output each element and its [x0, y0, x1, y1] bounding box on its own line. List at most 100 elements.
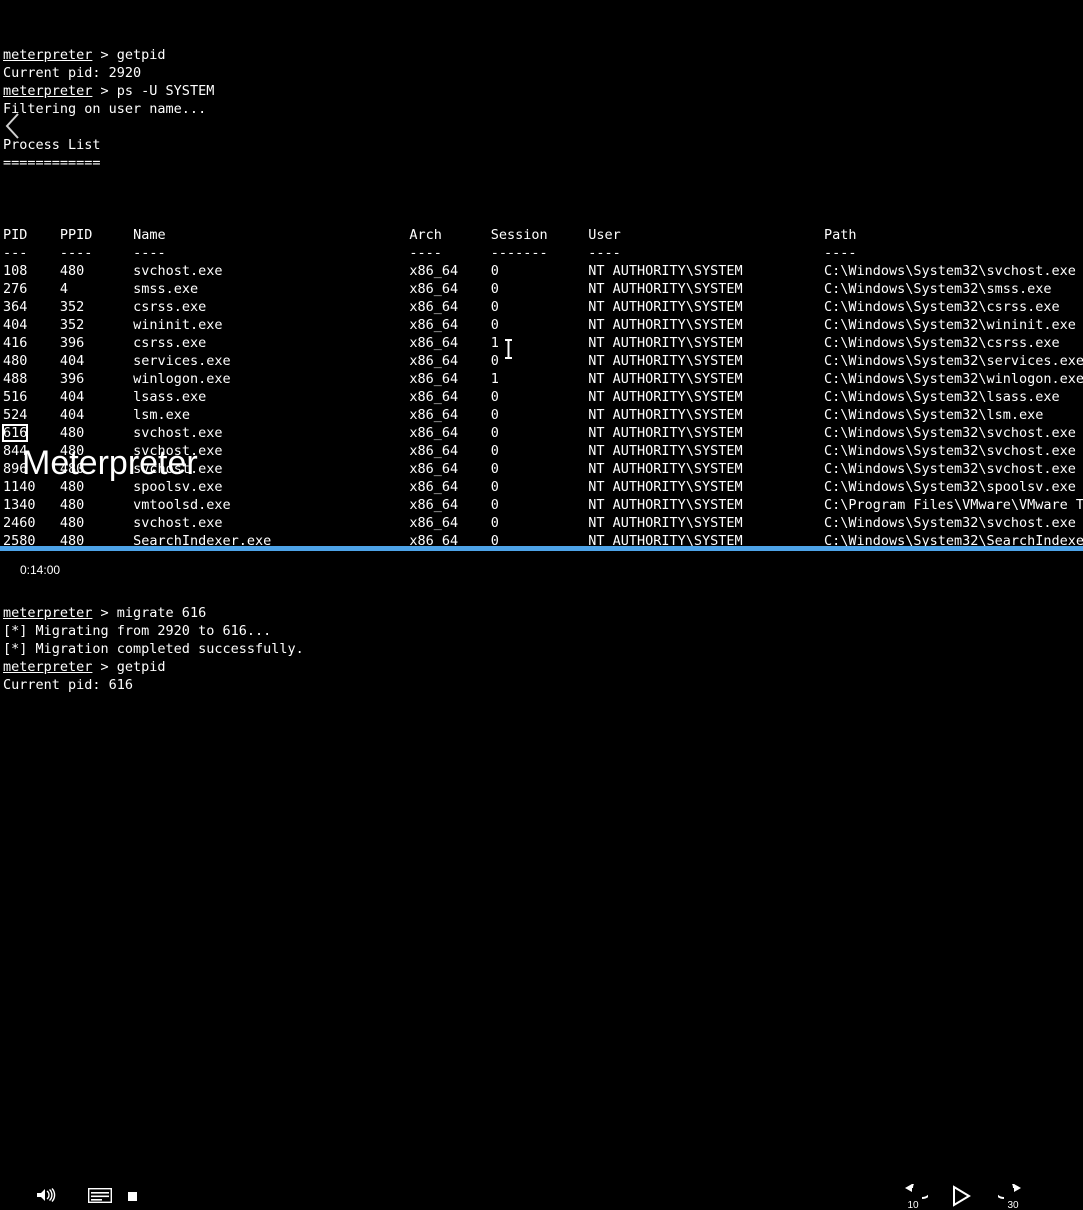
cell: 480 [60, 443, 133, 459]
terminal-prompt-line: meterpreter > getpid [3, 658, 1083, 676]
cell: 0 [491, 263, 589, 279]
cell: 396 [60, 335, 133, 351]
cell: C:\Windows\System32\spoolsv.exe [824, 479, 1076, 495]
terminal-text-line: [*] Migrating from 2920 to 616... [3, 622, 1083, 640]
cell: 0 [491, 317, 589, 333]
cell: ------- [491, 245, 589, 261]
table-row: 844 480 svchost.exe x86_64 0 NT AUTHORIT… [3, 442, 1083, 460]
cell: ---- [60, 245, 133, 261]
cell: 0 [491, 497, 589, 513]
cell: 276 [3, 281, 60, 297]
cell: 480 [60, 497, 133, 513]
cell: 480 [60, 479, 133, 495]
cell: C:\Windows\System32\svchost.exe [824, 425, 1076, 441]
cell: NT AUTHORITY\SYSTEM [588, 407, 824, 423]
cell: C:\Windows\System32\lsm.exe [824, 407, 1043, 423]
rewind-10-button[interactable]: 10 [898, 1184, 928, 1210]
cell: --- [3, 245, 60, 261]
cell: x86_64 [409, 479, 490, 495]
cell: C:\Windows\System32\smss.exe [824, 281, 1052, 297]
selected-pid-highlight[interactable]: 616 [3, 425, 27, 441]
cell: 108 [3, 263, 60, 279]
table-row: 416 396 csrss.exe x86_64 1 NT AUTHORITY\… [3, 334, 1083, 352]
terminal-top-lines: meterpreter > getpidCurrent pid: 2920met… [3, 46, 1083, 190]
table-row: 1340 480 vmtoolsd.exe x86_64 0 NT AUTHOR… [3, 496, 1083, 514]
table-row: 276 4 smss.exe x86_64 0 NT AUTHORITY\SYS… [3, 280, 1083, 298]
cell: x86_64 [409, 299, 490, 315]
cell: Name [133, 227, 409, 243]
cell: svchost.exe [133, 515, 409, 531]
cell: 516 [3, 389, 60, 405]
cell: 896 [3, 461, 60, 477]
cell: 480 [60, 461, 133, 477]
cell: NT AUTHORITY\SYSTEM [588, 299, 824, 315]
terminal-blank-line [3, 118, 1083, 136]
cell: 0 [491, 443, 589, 459]
table-row: 516 404 lsass.exe x86_64 0 NT AUTHORITY\… [3, 388, 1083, 406]
cell: 2460 [3, 515, 60, 531]
cell: User [588, 227, 824, 243]
prompt-command: > getpid [92, 659, 165, 675]
cell: winlogon.exe [133, 371, 409, 387]
cell: NT AUTHORITY\SYSTEM [588, 353, 824, 369]
terminal-text-line: Filtering on user name... [3, 100, 1083, 118]
table-row: 108 480 svchost.exe x86_64 0 NT AUTHORIT… [3, 262, 1083, 280]
terminal-text-line: Process List [3, 136, 1083, 154]
table-row: 1140 480 spoolsv.exe x86_64 0 NT AUTHORI… [3, 478, 1083, 496]
play-button[interactable] [950, 1184, 972, 1208]
cell: x86_64 [409, 407, 490, 423]
cell: 404 [60, 353, 133, 369]
cell: NT AUTHORITY\SYSTEM [588, 281, 824, 297]
cell: C:\Windows\System32\lsass.exe [824, 389, 1060, 405]
cell: 4 [60, 281, 133, 297]
table-row: 2460 480 svchost.exe x86_64 0 NT AUTHORI… [3, 514, 1083, 532]
cell: 364 [3, 299, 60, 315]
cell: NT AUTHORITY\SYSTEM [588, 263, 824, 279]
prompt-label: meterpreter [3, 83, 92, 99]
terminal-blank-line [3, 172, 1083, 190]
terminal-output[interactable]: meterpreter > getpidCurrent pid: 2920met… [0, 0, 1083, 610]
cell: lsm.exe [133, 407, 409, 423]
terminal-text-line: ============ [3, 154, 1083, 172]
prompt-label: meterpreter [3, 47, 92, 63]
cell: x86_64 [409, 371, 490, 387]
cell: svchost.exe [133, 461, 409, 477]
cell: C:\Windows\System32\svchost.exe [824, 515, 1076, 531]
cell: C:\Windows\System32\services.exe [824, 353, 1083, 369]
cell: wininit.exe [133, 317, 409, 333]
volume-icon[interactable] [36, 1188, 56, 1202]
cell: 480 [3, 353, 60, 369]
video-progress-bar[interactable] [0, 546, 1083, 551]
prompt-command: > getpid [92, 47, 165, 63]
cell: Path [824, 227, 857, 243]
cell: svchost.exe [133, 263, 409, 279]
cell: NT AUTHORITY\SYSTEM [588, 317, 824, 333]
table-row: 404 352 wininit.exe x86_64 0 NT AUTHORIT… [3, 316, 1083, 334]
cell: 616 [3, 425, 60, 441]
cell: C:\Windows\System32\winlogon.exe [824, 371, 1083, 387]
svg-text:30: 30 [1007, 1200, 1019, 1210]
cell: ---- [824, 245, 857, 261]
cell: PID [3, 227, 60, 243]
terminal-text-line: Current pid: 2920 [3, 64, 1083, 82]
cell: csrss.exe [133, 335, 409, 351]
cell: 0 [491, 515, 589, 531]
cell: 352 [60, 299, 133, 315]
cell: NT AUTHORITY\SYSTEM [588, 371, 824, 387]
cell: x86_64 [409, 281, 490, 297]
table-row: 896 480 svchost.exe x86_64 0 NT AUTHORIT… [3, 460, 1083, 478]
cell: NT AUTHORITY\SYSTEM [588, 335, 824, 351]
cell: NT AUTHORITY\SYSTEM [588, 389, 824, 405]
cell: NT AUTHORITY\SYSTEM [588, 479, 824, 495]
table-row: 480 404 services.exe x86_64 0 NT AUTHORI… [3, 352, 1083, 370]
cell: svchost.exe [133, 425, 409, 441]
cell: ---- [133, 245, 409, 261]
cell: NT AUTHORITY\SYSTEM [588, 425, 824, 441]
subtitles-icon[interactable] [88, 1188, 112, 1203]
cell: C:\Windows\System32\csrss.exe [824, 335, 1060, 351]
cell: ---- [588, 245, 824, 261]
cell: ---- [409, 245, 490, 261]
forward-30-button[interactable]: 30 [998, 1184, 1028, 1210]
cell: x86_64 [409, 335, 490, 351]
cell: 480 [60, 515, 133, 531]
